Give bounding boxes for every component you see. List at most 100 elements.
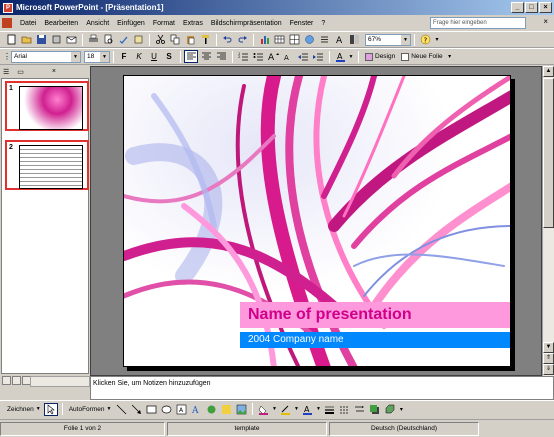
oval-icon[interactable] [159,403,173,416]
tables-borders-icon[interactable] [287,33,301,46]
chevron-down-icon[interactable]: ▼ [100,51,109,62]
autoshapes-menu-button[interactable]: AutoFormen ▼ [66,406,115,413]
maximize-button[interactable]: □ [525,2,538,13]
draw-menu-button[interactable]: Zeichnen ▼ [4,406,44,413]
menu-ansicht[interactable]: Ansicht [82,20,113,27]
print-preview-icon[interactable] [101,33,115,46]
document-close-icon[interactable]: × [543,17,548,26]
minimize-button[interactable]: _ [511,2,524,13]
cut-icon[interactable] [153,33,167,46]
line-color-icon[interactable] [278,403,292,416]
slide-subtitle[interactable]: 2004 Company name [240,332,510,348]
underline-icon[interactable]: U [147,50,161,63]
slide-title[interactable]: Name of presentation [240,302,510,328]
notes-pane[interactable]: Klicken Sie, um Notizen hinzuzufügen [90,376,554,400]
chevron-down-icon[interactable]: ▼ [401,34,410,45]
menu-extras[interactable]: Extras [179,20,207,27]
insert-hyperlink-icon[interactable] [302,33,316,46]
slide-canvas[interactable]: Name of presentation 2004 Company name [123,75,511,367]
font-color-icon[interactable]: A [300,403,314,416]
undo-icon[interactable] [220,33,234,46]
horizontal-scrollbar[interactable] [30,376,90,387]
powerpoint-app-icon[interactable]: P [3,2,13,13]
font-color-icon[interactable]: A [333,50,347,63]
insert-chart-icon[interactable] [257,33,271,46]
close-pane-icon[interactable]: × [52,68,56,75]
rectangle-icon[interactable] [144,403,158,416]
increase-indent-icon[interactable] [311,50,325,63]
textbox-icon[interactable]: A [174,403,188,416]
dash-style-icon[interactable] [337,403,351,416]
arrow-style-icon[interactable] [352,403,366,416]
vertical-scrollbar[interactable]: ▲ ▼ ⇑ ⇓ [542,66,554,376]
3d-style-icon[interactable] [382,403,396,416]
close-button[interactable]: × [539,2,552,13]
help-icon[interactable]: ? [418,33,432,46]
zoom-select[interactable]: 67% ▼ [365,33,411,46]
bullets-icon[interactable] [251,50,265,63]
shadow-icon[interactable]: S [162,50,176,63]
print-icon[interactable] [86,33,100,46]
menu-help[interactable]: ? [317,20,329,27]
slide-sorter-view-icon[interactable] [12,376,21,385]
new-icon[interactable] [4,33,18,46]
open-icon[interactable] [19,33,33,46]
copy-icon[interactable] [168,33,182,46]
save-icon[interactable] [34,33,48,46]
align-center-icon[interactable] [199,50,213,63]
help-search-input[interactable]: Frage hier eingeben [430,17,526,29]
toolbar-options-icon[interactable]: ▾ [397,403,405,416]
arrow-icon[interactable] [129,403,143,416]
bold-icon[interactable]: F [117,50,131,63]
line-style-icon[interactable] [322,403,336,416]
picture-icon[interactable] [234,403,248,416]
menu-datei[interactable]: Datei [16,20,40,27]
chevron-down-icon[interactable]: ▼ [71,51,80,62]
design-button[interactable]: Design [362,52,398,61]
previous-slide-icon[interactable]: ⇑ [543,353,554,364]
new-slide-button[interactable]: Neue Folie [398,52,445,61]
menu-bildschirmpraesentation[interactable]: Bildschirmpräsentation [207,20,286,27]
spelling-icon[interactable] [116,33,130,46]
shadow-style-icon[interactable] [367,403,381,416]
decrease-indent-icon[interactable] [296,50,310,63]
diagram-icon[interactable] [204,403,218,416]
show-formatting-icon[interactable]: A [332,33,346,46]
chevron-down-icon[interactable]: ▼ [348,50,354,63]
expand-all-icon[interactable] [317,33,331,46]
slide-thumbnail[interactable]: 1 [5,81,89,131]
scroll-down-icon[interactable]: ▼ [543,342,554,353]
select-objects-icon[interactable] [43,402,58,416]
slide-thumbnail[interactable]: 2 [5,140,89,190]
scroll-up-icon[interactable]: ▲ [543,66,554,77]
slides-tab-icon[interactable]: ▭ [17,68,24,76]
document-icon[interactable] [2,18,12,28]
numbering-icon[interactable]: 12 [236,50,250,63]
research-icon[interactable] [131,33,145,46]
next-slide-icon[interactable]: ⇓ [543,364,554,375]
outline-tab-icon[interactable]: ☰ [3,68,9,76]
redo-icon[interactable] [235,33,249,46]
toolbar-options-icon[interactable]: ▾ [433,33,441,46]
decrease-font-icon[interactable]: A [281,50,295,63]
insert-table-icon[interactable] [272,33,286,46]
clipart-icon[interactable] [219,403,233,416]
wordart-icon[interactable]: A [189,403,203,416]
font-size-select[interactable]: 18 ▼ [84,50,110,63]
permission-icon[interactable] [49,33,63,46]
email-icon[interactable] [64,33,78,46]
italic-icon[interactable]: K [132,50,146,63]
align-left-icon[interactable] [184,50,198,63]
paste-icon[interactable] [183,33,197,46]
chevron-down-icon[interactable]: ▼ [271,403,277,416]
normal-view-icon[interactable] [2,376,11,385]
menu-fenster[interactable]: Fenster [286,20,318,27]
line-icon[interactable] [114,403,128,416]
chevron-down-icon[interactable]: ▼ [315,403,321,416]
font-select[interactable]: Arial ▼ [11,50,81,63]
menu-einfuegen[interactable]: Einfügen [113,20,149,27]
chevron-down-icon[interactable]: ▼ [293,403,299,416]
grayscale-icon[interactable] [347,33,361,46]
fill-color-icon[interactable] [256,403,270,416]
format-painter-icon[interactable] [198,33,212,46]
